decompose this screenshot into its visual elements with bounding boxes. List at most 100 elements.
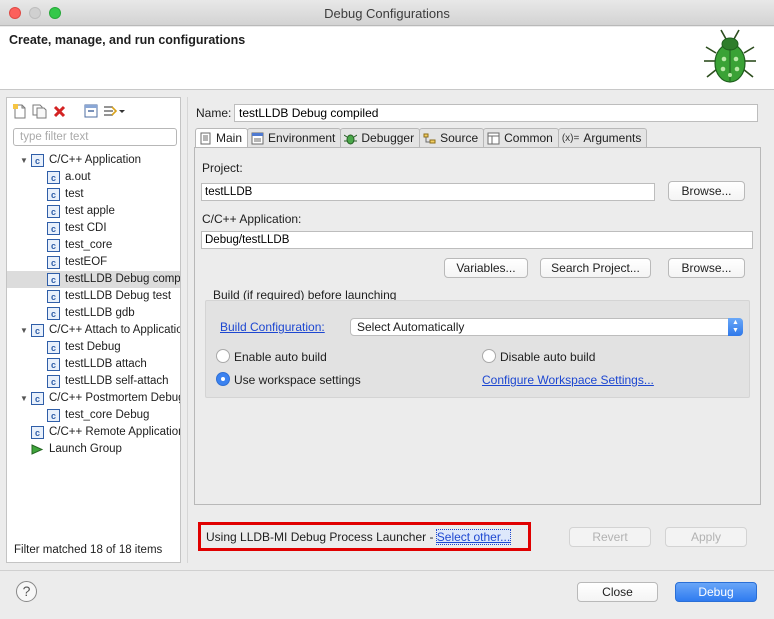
tree-item[interactable]: c testLLDB attach <box>7 356 180 373</box>
svg-text:c: c <box>51 343 56 353</box>
tree-item[interactable]: c test CDI <box>7 220 180 237</box>
tab-source-label: Source <box>440 130 479 145</box>
tree-item[interactable]: c testLLDB Debug test <box>7 288 180 305</box>
svg-text:c: c <box>51 275 56 285</box>
revert-button[interactable]: Revert <box>569 527 651 547</box>
tab-main[interactable]: Main <box>195 128 249 148</box>
configure-workspace-settings-link[interactable]: Configure Workspace Settings... <box>482 373 654 387</box>
project-browse-button[interactable]: Browse... <box>668 181 745 201</box>
c-application-category-icon: c <box>31 324 44 337</box>
tree-item-label: testEOF <box>65 256 108 268</box>
tab-debugger-label: Debugger <box>361 130 415 145</box>
tree-item[interactable]: c test <box>7 186 180 203</box>
variables-button[interactable]: Variables... <box>444 258 528 278</box>
svg-text:c: c <box>35 326 40 336</box>
svg-text:c: c <box>51 173 56 183</box>
main-tab-icon <box>200 132 211 145</box>
apply-button[interactable]: Apply <box>665 527 747 547</box>
tree-category[interactable]: Launch Group <box>7 441 180 458</box>
use-workspace-settings-radio[interactable] <box>216 372 230 386</box>
tab-arguments[interactable]: (x)= Arguments <box>557 128 648 147</box>
tree-item-label: testLLDB self-attach <box>65 375 169 387</box>
tree-item-label: C/C++ Application <box>49 154 142 166</box>
svg-text:c: c <box>51 377 56 387</box>
tree-item-label: test CDI <box>65 222 107 234</box>
expand-triangle-icon[interactable]: ▼ <box>19 322 29 339</box>
tree-item-label: C/C++ Attach to Application <box>49 324 180 336</box>
collapse-all-icon[interactable] <box>82 103 99 120</box>
svg-text:c: c <box>51 411 56 421</box>
enable-auto-build-radio[interactable] <box>216 349 230 363</box>
application-browse-button[interactable]: Browse... <box>668 258 745 278</box>
c-application-category-icon: c <box>31 154 44 167</box>
tree-item[interactable]: c a.out <box>7 169 180 186</box>
svg-text:c: c <box>35 428 40 438</box>
select-arrows-icon: ▲ ▼ <box>728 318 743 336</box>
svg-text:c: c <box>35 394 40 404</box>
tree-category[interactable]: c C/C++ Remote Application <box>7 424 180 441</box>
tree-item[interactable]: c test_core <box>7 237 180 254</box>
build-configuration-select[interactable]: Select Automatically ▲ ▼ <box>350 318 743 336</box>
c-configuration-icon: c <box>47 239 60 252</box>
configurations-panel: ▼cC/C++ Applicationca.outctestctest appl… <box>6 97 181 563</box>
search-project-button[interactable]: Search Project... <box>540 258 651 278</box>
tab-debugger[interactable]: Debugger <box>340 128 421 147</box>
build-configuration-link[interactable]: Build Configuration: <box>220 320 325 334</box>
configuration-tabs: Main Environment Debugger Source Common … <box>195 128 648 148</box>
c-configuration-icon: c <box>47 188 60 201</box>
debug-button[interactable]: Debug <box>675 582 757 602</box>
tree-item-label: test apple <box>65 205 115 217</box>
window-title: Debug Configurations <box>324 6 450 21</box>
tree-item[interactable]: c test apple <box>7 203 180 220</box>
expand-triangle-icon[interactable]: ▼ <box>19 152 29 169</box>
select-other-link[interactable]: Select other... <box>435 529 512 545</box>
c-configuration-icon: c <box>47 307 60 320</box>
tree-item[interactable]: c testLLDB self-attach <box>7 373 180 390</box>
tree-item[interactable]: c test_core Debug <box>7 407 180 424</box>
filter-menu-icon[interactable] <box>102 103 126 120</box>
tree-item[interactable]: c test Debug <box>7 339 180 356</box>
delete-configuration-icon[interactable] <box>51 103 68 120</box>
duplicate-configuration-icon[interactable] <box>31 103 48 120</box>
disable-auto-build-radio[interactable] <box>482 349 496 363</box>
debugger-tab-icon <box>344 134 358 144</box>
project-input[interactable] <box>201 183 655 201</box>
new-configuration-icon[interactable] <box>11 103 28 120</box>
tree-item[interactable]: c testLLDB gdb <box>7 305 180 322</box>
tree-item-label: testLLDB gdb <box>65 307 135 319</box>
tree-category[interactable]: ▼ c C/C++ Application <box>7 152 180 169</box>
tree-item[interactable]: c testLLDB Debug compiled <box>7 271 180 288</box>
name-input[interactable] <box>234 104 758 122</box>
c-configuration-icon: c <box>47 273 60 286</box>
close-button[interactable]: Close <box>577 582 658 602</box>
tree-category[interactable]: ▼ c C/C++ Attach to Application <box>7 322 180 339</box>
tree-item-label: C/C++ Remote Application <box>49 426 180 438</box>
dialog-header: Create, manage, and run configurations <box>0 27 774 90</box>
tree-item-label: Launch Group <box>49 443 122 455</box>
application-input[interactable] <box>201 231 753 249</box>
c-configuration-icon: c <box>47 409 60 422</box>
header-title: Create, manage, and run configurations <box>9 33 246 47</box>
configuration-editor: Name: Main Environment Debugger Source C… <box>187 97 767 563</box>
c-configuration-icon: c <box>47 290 60 303</box>
common-tab-icon <box>487 132 500 144</box>
build-group: Build Configuration: Select Automaticall… <box>205 300 750 398</box>
expand-triangle-icon[interactable]: ▼ <box>19 390 29 407</box>
filter-input[interactable] <box>13 128 177 146</box>
tab-source[interactable]: Source <box>419 128 485 147</box>
tab-main-label: Main <box>216 131 243 145</box>
tree-item[interactable]: c testEOF <box>7 254 180 271</box>
svg-text:c: c <box>51 360 56 370</box>
tab-common[interactable]: Common <box>483 128 559 147</box>
c-configuration-icon: c <box>47 171 60 184</box>
tree-item-label: a.out <box>65 171 91 183</box>
svg-text:c: c <box>51 224 56 234</box>
help-icon[interactable]: ? <box>16 581 37 602</box>
tab-environment[interactable]: Environment <box>247 128 342 147</box>
debug-configurations-window: Debug Configurations Create, manage, and… <box>0 0 774 619</box>
c-configuration-icon: c <box>47 375 60 388</box>
tree-category[interactable]: ▼ c C/C++ Postmortem Debugger <box>7 390 180 407</box>
svg-text:c: c <box>51 258 56 268</box>
enable-auto-build-label: Enable auto build <box>234 350 327 364</box>
tree-item-label: test <box>65 188 84 200</box>
